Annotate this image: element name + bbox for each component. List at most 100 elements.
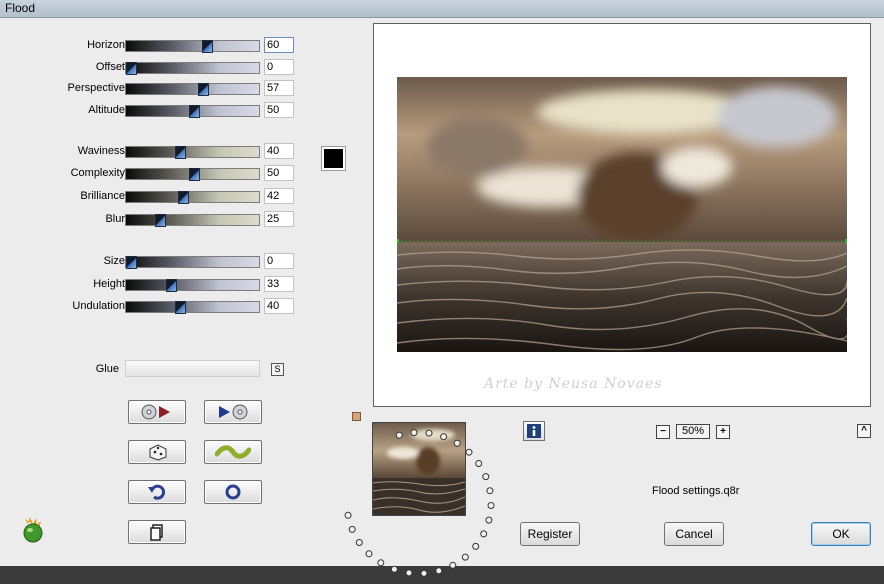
slider-row-perspective: Perspective 57 bbox=[6, 80, 306, 98]
slider-label: Altitude bbox=[88, 104, 125, 116]
value-field-undulation[interactable]: 40 bbox=[264, 298, 294, 314]
navigator-dot[interactable] bbox=[475, 460, 483, 467]
default-button[interactable] bbox=[204, 480, 262, 504]
navigator-dot[interactable] bbox=[485, 516, 493, 524]
ring-icon bbox=[225, 484, 241, 500]
slider-track-complexity[interactable] bbox=[125, 168, 260, 181]
value-field-offset[interactable]: 0 bbox=[264, 59, 294, 75]
value-field-brilliance[interactable]: 42 bbox=[264, 188, 294, 204]
slider-track-offset[interactable] bbox=[125, 62, 260, 75]
slider-thumb[interactable] bbox=[201, 40, 213, 53]
preview-panel[interactable]: Arte by Neusa Novaes bbox=[373, 23, 871, 407]
slider-track-undulation[interactable] bbox=[125, 301, 260, 314]
flaming-logo-icon bbox=[23, 517, 43, 543]
slider-track-perspective[interactable] bbox=[125, 83, 260, 96]
slider-row-undulation: Undulation 40 bbox=[6, 298, 306, 316]
slider-track-waviness[interactable] bbox=[125, 146, 260, 159]
navigator-dot[interactable] bbox=[365, 550, 373, 558]
preview-image bbox=[397, 77, 847, 352]
navigator-dot[interactable] bbox=[435, 567, 443, 575]
navigator-dot[interactable] bbox=[486, 487, 494, 495]
slider-thumb[interactable] bbox=[177, 191, 189, 204]
value-field-height[interactable]: 33 bbox=[264, 276, 294, 292]
navigator-dot[interactable] bbox=[377, 559, 385, 567]
slider-row-waviness: Waviness 40 bbox=[6, 143, 306, 161]
slider-thumb[interactable] bbox=[125, 62, 137, 75]
value-field-complexity[interactable]: 50 bbox=[264, 165, 294, 181]
navigator-dot[interactable] bbox=[472, 542, 480, 550]
settings-file-name: Flood settings.q8r bbox=[652, 485, 740, 497]
watermark-text: Arte by Neusa Novaes bbox=[484, 376, 663, 392]
navigator-dot[interactable] bbox=[487, 502, 495, 509]
cancel-button[interactable]: Cancel bbox=[664, 522, 724, 546]
glue-row: Glue S bbox=[6, 358, 306, 378]
glue-mode-button[interactable]: S bbox=[271, 363, 284, 376]
value-field-altitude[interactable]: 50 bbox=[264, 102, 294, 118]
slider-track-height[interactable] bbox=[125, 279, 260, 292]
slider-row-horizon: Horizon 60 bbox=[6, 37, 306, 55]
navigator-dot[interactable] bbox=[449, 561, 457, 569]
value-field-horizon[interactable]: 60 bbox=[264, 37, 294, 53]
slider-track-horizon[interactable] bbox=[125, 40, 260, 53]
register-button[interactable]: Register bbox=[520, 522, 580, 546]
zoom-in-button[interactable]: + bbox=[716, 425, 730, 439]
disc-play-icon bbox=[141, 404, 170, 420]
navigator-dot[interactable] bbox=[420, 569, 428, 577]
glue-label: Glue bbox=[95, 363, 119, 375]
navigator-dot[interactable] bbox=[390, 565, 398, 573]
random-button[interactable] bbox=[128, 440, 186, 464]
ok-button[interactable]: OK bbox=[811, 522, 871, 546]
slider-thumb[interactable] bbox=[188, 105, 200, 118]
thumbnail-preview[interactable] bbox=[372, 422, 466, 516]
title-bar: Flood bbox=[0, 0, 884, 18]
wave-button[interactable] bbox=[204, 440, 262, 464]
slider-thumb[interactable] bbox=[175, 146, 187, 159]
slider-row-size: Size 0 bbox=[6, 253, 306, 271]
collapse-button[interactable]: ^ bbox=[857, 424, 871, 438]
reset-button[interactable] bbox=[128, 480, 186, 504]
slider-track-size[interactable] bbox=[125, 256, 260, 269]
slider-track-blur[interactable] bbox=[125, 214, 260, 227]
navigator-dot[interactable] bbox=[344, 511, 352, 519]
slider-thumb[interactable] bbox=[125, 256, 137, 269]
value-field-size[interactable]: 0 bbox=[264, 253, 294, 269]
slider-label: Waviness bbox=[77, 145, 125, 157]
navigator-dot[interactable] bbox=[461, 553, 469, 561]
slider-thumb[interactable] bbox=[188, 168, 200, 181]
slider-label: Horizon bbox=[87, 39, 125, 51]
slider-label: Blur bbox=[105, 213, 125, 225]
slider-label: Undulation bbox=[72, 300, 125, 312]
dice-icon bbox=[149, 444, 167, 461]
slider-row-altitude: Altitude 50 bbox=[6, 102, 306, 120]
slider-row-brilliance: Brilliance 42 bbox=[6, 188, 306, 206]
slider-thumb[interactable] bbox=[155, 214, 167, 227]
wave-icon bbox=[215, 445, 251, 459]
slider-track-altitude[interactable] bbox=[125, 105, 260, 118]
slider-thumb[interactable] bbox=[165, 279, 177, 292]
navigator-dot[interactable] bbox=[355, 539, 363, 546]
navigator-dot[interactable] bbox=[405, 569, 413, 577]
slider-row-complexity: Complexity 50 bbox=[6, 165, 306, 183]
info-button[interactable] bbox=[523, 421, 545, 441]
slider-thumb[interactable] bbox=[197, 83, 209, 96]
value-field-perspective[interactable]: 57 bbox=[264, 80, 294, 96]
navigator-dot[interactable] bbox=[482, 473, 490, 481]
slider-row-blur: Blur 25 bbox=[6, 211, 306, 229]
slider-track-brilliance[interactable] bbox=[125, 191, 260, 204]
value-field-blur[interactable]: 25 bbox=[264, 211, 294, 227]
navigator-dot[interactable] bbox=[348, 525, 356, 533]
value-field-waviness[interactable]: 40 bbox=[264, 143, 294, 159]
slider-thumb[interactable] bbox=[175, 301, 187, 314]
slider-label: Brilliance bbox=[80, 190, 125, 202]
navigator-dot[interactable] bbox=[465, 448, 473, 456]
color-swatch[interactable] bbox=[321, 146, 346, 171]
slider-label: Offset bbox=[95, 61, 125, 73]
glue-selector[interactable] bbox=[125, 360, 260, 377]
slider-row-offset: Offset 0 bbox=[6, 59, 306, 77]
copy-button[interactable] bbox=[128, 520, 186, 544]
navigator-dot[interactable] bbox=[480, 530, 488, 538]
dialog-client: Horizon 60 Offset 0 Perspective 57 Altitude 50 W… bbox=[0, 18, 884, 577]
zoom-out-button[interactable]: − bbox=[656, 425, 670, 439]
preset-prev-button[interactable] bbox=[204, 400, 262, 424]
preset-next-button[interactable] bbox=[128, 400, 186, 424]
